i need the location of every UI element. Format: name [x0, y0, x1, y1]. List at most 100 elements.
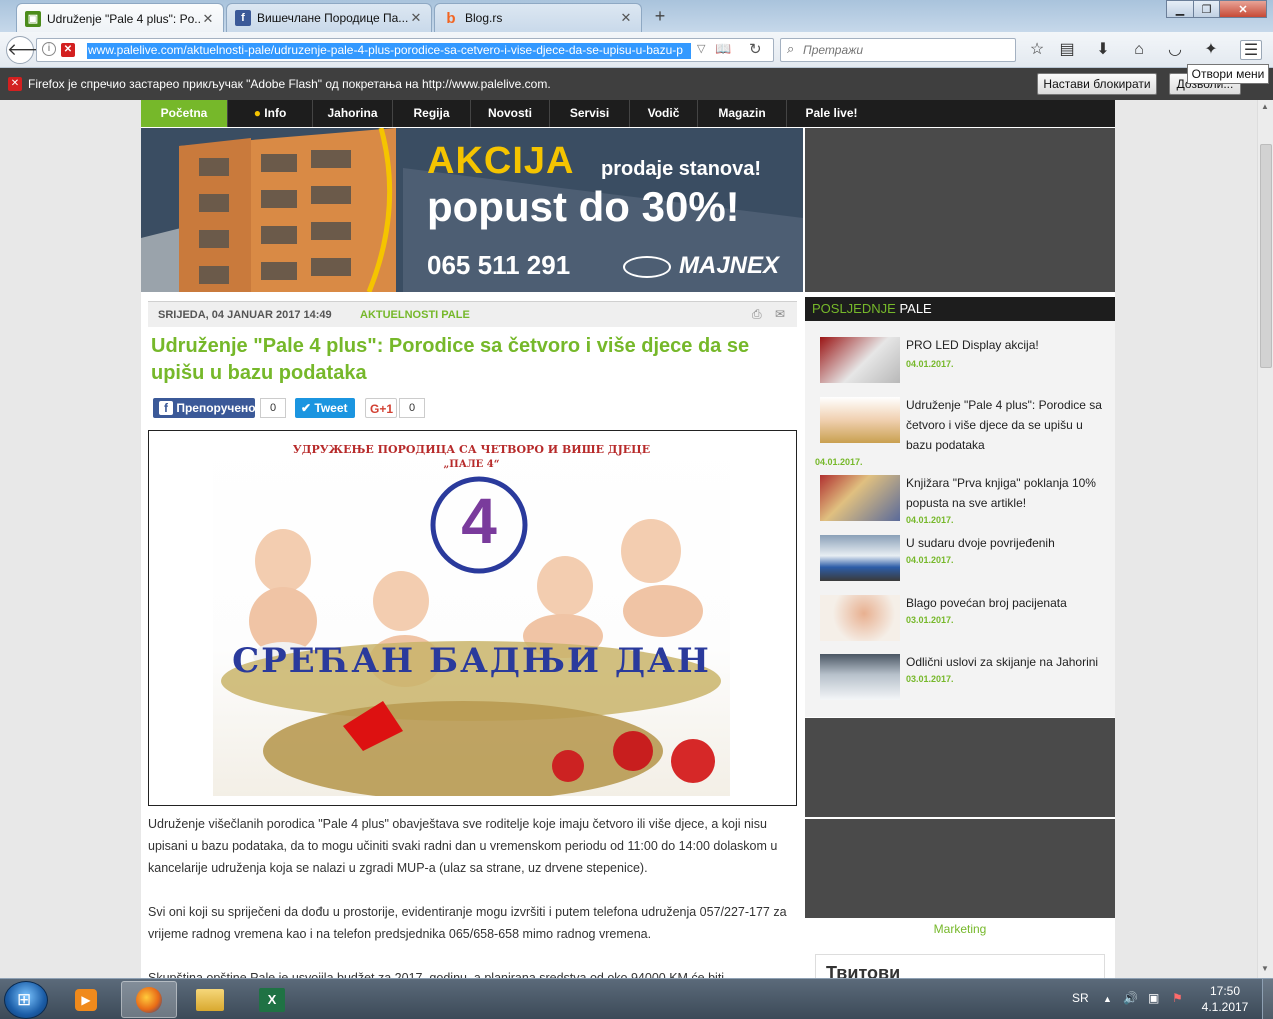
- plugin-blocked-icon[interactable]: ✕: [61, 43, 75, 57]
- print-icon[interactable]: ⎙: [752, 307, 762, 322]
- news-date: 04.01.2017.: [815, 457, 863, 467]
- menu-item-novosti[interactable]: Novosti: [471, 100, 550, 127]
- palelive-icon: ▣: [25, 10, 41, 27]
- main-menu: Početna ● Info Jahorina Regija Novosti S…: [141, 100, 1115, 127]
- taskbar-excel[interactable]: X: [244, 981, 300, 1018]
- news-title[interactable]: Knjižara "Prva knjiga" poklanja 10% popu…: [906, 473, 1106, 513]
- news-title[interactable]: Blago povećan broj pacijenata: [906, 593, 1106, 613]
- tab-label: Вишечлане Породице Па...: [257, 11, 409, 25]
- url-bar[interactable]: i ✕ www.palelive.com/aktuelnosti-pale/ud…: [36, 38, 774, 62]
- volume-icon[interactable]: 🔊: [1123, 991, 1138, 1005]
- tab-palelive[interactable]: ▣ Udruženje "Pale 4 plus": Po... ✕: [16, 3, 224, 33]
- article-image-frame: УДРУЖЕЊЕ ПОРОДИЦА СА ЧЕТВОРО И ВИШЕ ДЈЕЦ…: [148, 430, 797, 806]
- news-date: 03.01.2017.: [906, 674, 954, 684]
- news-title[interactable]: Udruženje "Pale 4 plus": Porodice sa čet…: [906, 395, 1106, 455]
- tab-facebook[interactable]: f Вишечлане Породице Па... ✕: [226, 3, 432, 32]
- tweet-button[interactable]: ✔ Tweet: [295, 398, 355, 418]
- menu-item-pocetna[interactable]: Početna: [141, 100, 228, 127]
- start-button[interactable]: ⊞: [4, 981, 48, 1019]
- menu-item-pale-live[interactable]: Pale live!: [787, 100, 876, 127]
- google-plus-button[interactable]: G+1: [365, 398, 397, 418]
- show-desktop-button[interactable]: [1262, 979, 1273, 1019]
- news-thumbnail[interactable]: [820, 535, 900, 581]
- close-window-button[interactable]: ✕: [1219, 0, 1267, 18]
- menu-item-info[interactable]: ● Info: [228, 100, 313, 127]
- close-icon[interactable]: ✕: [201, 11, 215, 27]
- vertical-scrollbar[interactable]: ▲ ▼: [1257, 100, 1273, 978]
- menu-icon[interactable]: ☰: [1240, 40, 1262, 60]
- navigation-toolbar: 🡐 i ✕ www.palelive.com/aktuelnosti-pale/…: [0, 32, 1273, 68]
- menu-item-vodic[interactable]: Vodič: [630, 100, 698, 127]
- taskbar-firefox[interactable]: [121, 981, 177, 1018]
- marketing-link[interactable]: Marketing: [805, 922, 1115, 936]
- search-bar[interactable]: ⌕: [780, 38, 1016, 62]
- scrollbar-thumb[interactable]: [1260, 144, 1272, 368]
- taskbar-media-player[interactable]: ▶: [58, 981, 114, 1018]
- action-center-icon[interactable]: ⚑: [1172, 991, 1183, 1005]
- clock-time: 17:50: [1209, 984, 1241, 998]
- close-icon[interactable]: ✕: [409, 10, 423, 26]
- close-icon[interactable]: ✕: [619, 10, 633, 26]
- scroll-down-icon[interactable]: ▼: [1261, 964, 1269, 973]
- ad-placeholder-side-2[interactable]: [805, 819, 1115, 918]
- home-icon[interactable]: ⌂: [1128, 40, 1150, 60]
- search-input[interactable]: [803, 42, 1003, 58]
- sidebar-heading: POSLJEDNJE PALE: [805, 297, 1115, 321]
- reader-view-icon[interactable]: 📖: [715, 41, 731, 57]
- menu-item-servisi[interactable]: Servisi: [550, 100, 630, 127]
- tweets-heading: Твитови: [826, 963, 901, 978]
- banner-ad[interactable]: AKCIJA prodaje stanova! popust do 30%! 0…: [141, 128, 803, 292]
- network-icon[interactable]: ▣: [1148, 991, 1159, 1005]
- chevron-down-icon[interactable]: ▽: [697, 42, 705, 55]
- facebook-icon: f: [159, 401, 173, 415]
- ad-placeholder-top[interactable]: [805, 128, 1115, 292]
- excel-icon: X: [259, 987, 285, 1012]
- tab-blog[interactable]: b Blog.rs ✕: [434, 3, 642, 32]
- news-title[interactable]: Odlični uslovi za skijanje na Jahorini: [906, 652, 1106, 672]
- maximize-button[interactable]: ❐: [1193, 0, 1220, 18]
- new-tab-button[interactable]: +: [650, 6, 670, 26]
- article-paragraph: Skupština opštine Pale je usvojila budže…: [148, 971, 725, 978]
- bookmarks-list-icon[interactable]: ▤: [1056, 40, 1078, 60]
- news-title[interactable]: PRO LED Display akcija!: [906, 335, 1106, 355]
- menu-item-regija[interactable]: Regija: [393, 100, 471, 127]
- email-icon[interactable]: ✉: [775, 307, 785, 321]
- sidebar-heading-a: POSLJEDNJE: [812, 301, 896, 316]
- news-thumbnail[interactable]: [820, 397, 900, 443]
- news-thumbnail[interactable]: [820, 337, 900, 383]
- language-indicator[interactable]: SR: [1072, 991, 1089, 1005]
- info-icon[interactable]: i: [42, 42, 56, 56]
- news-thumbnail[interactable]: [820, 654, 900, 700]
- banner-discount: popust do 30%!: [427, 183, 740, 230]
- plugin-blocked-icon: ✕: [8, 77, 22, 91]
- article-category[interactable]: AKTUELNOSTI PALE: [360, 309, 470, 321]
- addon-icon[interactable]: ✦: [1200, 40, 1222, 60]
- menu-item-magazin[interactable]: Magazin: [698, 100, 787, 127]
- news-thumbnail[interactable]: [820, 475, 900, 521]
- taskbar-explorer[interactable]: [182, 981, 238, 1018]
- gp-count: 0: [399, 398, 425, 418]
- scroll-up-icon[interactable]: ▲: [1261, 102, 1269, 111]
- news-thumbnail[interactable]: [820, 595, 900, 641]
- facebook-like-button[interactable]: f Препоручено: [153, 398, 256, 418]
- news-title[interactable]: U sudaru dvoje povrijeđenih: [906, 533, 1106, 553]
- back-button[interactable]: 🡐: [6, 36, 53, 64]
- minimize-button[interactable]: ▁: [1166, 0, 1194, 18]
- pocket-icon[interactable]: ◡: [1164, 40, 1186, 60]
- continue-blocking-button[interactable]: Настави блокирати: [1037, 73, 1157, 95]
- folder-icon: [196, 988, 224, 1011]
- download-icon[interactable]: ⬇: [1092, 40, 1114, 60]
- menu-item-jahorina[interactable]: Jahorina: [313, 100, 393, 127]
- reload-icon[interactable]: ↻: [749, 40, 762, 58]
- ad-placeholder-side-1[interactable]: [805, 718, 1115, 817]
- tab-label: Blog.rs: [465, 11, 503, 25]
- url-text[interactable]: www.palelive.com/aktuelnosti-pale/udruze…: [87, 43, 691, 59]
- tab-label: Udruženje "Pale 4 plus": Po...: [47, 11, 201, 26]
- banner-brand: MAJNEX: [679, 252, 780, 279]
- article-paragraph: Udruženje višečlanih porodica "Pale 4 pl…: [148, 817, 778, 875]
- bookmark-star-icon[interactable]: ☆: [1026, 40, 1048, 60]
- tray-expand-icon[interactable]: ▲: [1103, 994, 1112, 1004]
- taskbar-clock[interactable]: 17:50 4.1.2017: [1195, 983, 1255, 1015]
- sun-icon: ●: [253, 106, 261, 120]
- tab-bar: ▣ Udruženje "Pale 4 plus": Po... ✕ f Виш…: [0, 0, 1273, 33]
